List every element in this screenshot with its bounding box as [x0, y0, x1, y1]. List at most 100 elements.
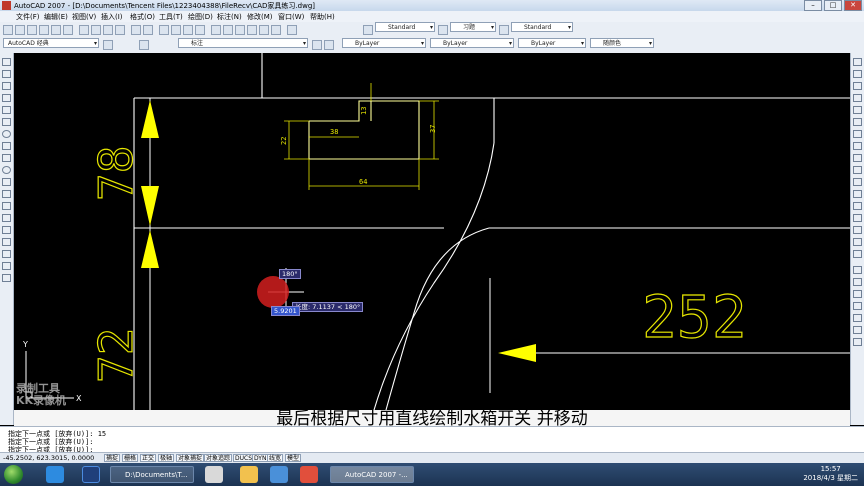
menu-modify[interactable]: 修改(M)	[247, 12, 273, 22]
grid-toggle[interactable]: 栅格	[122, 454, 139, 462]
rotate-icon[interactable]	[853, 130, 862, 138]
snap-quadrant-icon[interactable]	[853, 314, 862, 322]
insert-block-icon[interactable]	[2, 190, 11, 198]
multiline-text-icon[interactable]	[2, 274, 11, 282]
snap-center-icon[interactable]	[853, 302, 862, 310]
ellipse-arc-icon[interactable]	[2, 178, 11, 186]
move-icon[interactable]	[853, 118, 862, 126]
layer-select[interactable]: 标注	[178, 38, 308, 49]
copy-icon[interactable]	[91, 25, 101, 35]
snap-endpoint-icon[interactable]	[853, 266, 862, 274]
stretch-icon[interactable]	[853, 154, 862, 162]
match-properties-icon[interactable]	[115, 25, 125, 35]
color-select[interactable]: ByLayer	[342, 38, 426, 49]
join-icon[interactable]	[853, 214, 862, 222]
break-icon[interactable]	[853, 202, 862, 210]
redo-icon[interactable]	[143, 25, 153, 35]
minimize-button[interactable]: –	[804, 0, 822, 11]
snap-midpoint-icon[interactable]	[853, 278, 862, 286]
sheet-set-icon[interactable]	[247, 25, 257, 35]
snap-tangent-icon[interactable]	[853, 326, 862, 334]
zoom-previous-icon[interactable]	[195, 25, 205, 35]
calculator-icon[interactable]	[271, 25, 281, 35]
workspace-select[interactable]: AutoCAD 经典	[3, 38, 99, 49]
workspace-settings-icon[interactable]	[103, 40, 113, 50]
copy-object-icon[interactable]	[853, 70, 862, 78]
maximize-button[interactable]: □	[824, 0, 842, 11]
spline-icon[interactable]	[2, 154, 11, 162]
point-icon[interactable]	[2, 214, 11, 222]
extend-icon[interactable]	[853, 178, 862, 186]
polygon-icon[interactable]	[2, 94, 11, 102]
model-toggle[interactable]: 模型	[285, 454, 302, 462]
open-icon[interactable]	[15, 25, 25, 35]
region-icon[interactable]	[2, 250, 11, 258]
zoom-window-icon[interactable]	[183, 25, 193, 35]
make-block-icon[interactable]	[2, 202, 11, 210]
menu-dimension[interactable]: 标注(N)	[217, 12, 242, 22]
ducs-toggle[interactable]: DUCS	[233, 454, 255, 462]
offset-icon[interactable]	[853, 94, 862, 102]
autocad-app-icon[interactable]	[2, 1, 11, 10]
otrack-toggle[interactable]: 对象追踪	[204, 454, 233, 462]
publish-icon[interactable]	[63, 25, 73, 35]
paste-icon[interactable]	[103, 25, 113, 35]
arc-icon[interactable]	[2, 118, 11, 126]
text-style-select[interactable]: Standard	[375, 22, 435, 33]
hatch-icon[interactable]	[2, 226, 11, 234]
tool-palettes-icon[interactable]	[235, 25, 245, 35]
start-button[interactable]	[4, 465, 23, 484]
chamfer-icon[interactable]	[853, 226, 862, 234]
menu-format[interactable]: 格式(O)	[130, 12, 155, 22]
circle-icon[interactable]	[2, 130, 11, 138]
ellipse-icon[interactable]	[2, 166, 11, 174]
array-icon[interactable]	[853, 106, 862, 114]
new-icon[interactable]	[3, 25, 13, 35]
lineweight-select[interactable]: ByLayer	[518, 38, 586, 49]
make-layer-current-icon[interactable]	[312, 40, 322, 50]
help-icon[interactable]	[287, 25, 297, 35]
markup-icon[interactable]	[259, 25, 269, 35]
lineweight-toggle[interactable]: 线宽	[267, 454, 284, 462]
dyn-toggle[interactable]: DYN	[252, 454, 269, 462]
snap-intersection-icon[interactable]	[853, 290, 862, 298]
menu-file[interactable]: 文件(F)	[16, 12, 40, 22]
menu-view[interactable]: 视图(V)	[72, 12, 96, 22]
cut-icon[interactable]	[79, 25, 89, 35]
taskbar-autocad[interactable]: AutoCAD 2007 -...	[330, 466, 414, 483]
linetype-select[interactable]: ByLayer	[430, 38, 514, 49]
command-window[interactable]: 指定下一点或 [放弃(U)]: 15 指定下一点或 [放弃(U)]: 指定下一点…	[0, 426, 864, 454]
revision-cloud-icon[interactable]	[2, 142, 11, 150]
rectangle-icon[interactable]	[2, 106, 11, 114]
menu-edit[interactable]: 编辑(E)	[44, 12, 68, 22]
dyn-length-input[interactable]: 5.9201	[271, 306, 300, 316]
trim-icon[interactable]	[853, 166, 862, 174]
table-icon[interactable]	[2, 262, 11, 270]
menu-window[interactable]: 窗口(W)	[278, 12, 304, 22]
table-style-select[interactable]: Standard	[511, 22, 573, 33]
layer-previous-icon[interactable]	[324, 40, 334, 50]
print-icon[interactable]	[39, 25, 49, 35]
fillet-icon[interactable]	[853, 238, 862, 246]
erase-icon[interactable]	[853, 58, 862, 66]
browser-icon[interactable]	[46, 466, 64, 483]
design-center-icon[interactable]	[223, 25, 233, 35]
recorder-icon[interactable]	[300, 466, 318, 483]
osnap-toggle[interactable]: 对象捕捉	[176, 454, 205, 462]
snap-perpendicular-icon[interactable]	[853, 338, 862, 346]
polyline-icon[interactable]	[2, 82, 11, 90]
gradient-icon[interactable]	[2, 238, 11, 246]
photoshop-icon[interactable]	[82, 466, 100, 483]
folder-icon[interactable]	[240, 466, 258, 483]
taskbar-explorer[interactable]: D:\Documents\T...	[110, 466, 194, 483]
menu-draw[interactable]: 绘图(D)	[188, 12, 213, 22]
mirror-icon[interactable]	[853, 82, 862, 90]
menu-tools[interactable]: 工具(T)	[159, 12, 183, 22]
media-icon[interactable]	[205, 466, 223, 483]
zoom-realtime-icon[interactable]	[171, 25, 181, 35]
drawing-canvas[interactable]: 38 22 37 64 13 78 72 252 Y X	[14, 53, 850, 410]
snap-toggle[interactable]: 捕捉	[104, 454, 121, 462]
preview-icon[interactable]	[51, 25, 61, 35]
menu-insert[interactable]: 插入(I)	[101, 12, 123, 22]
dim-style-select[interactable]: 习题	[450, 22, 496, 33]
